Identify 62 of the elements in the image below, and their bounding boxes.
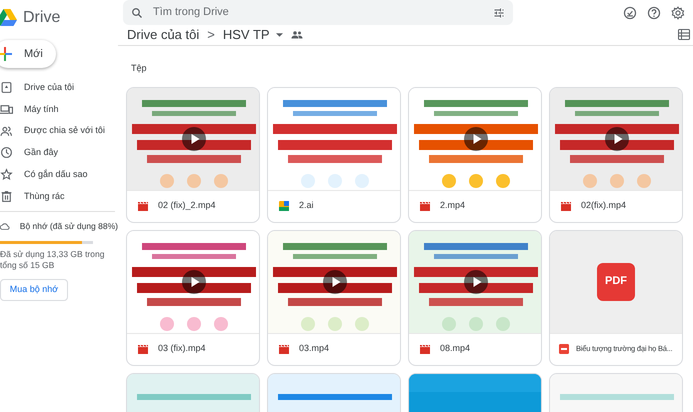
file-card[interactable]: 2.mp4 <box>408 86 542 222</box>
play-icon[interactable] <box>464 270 488 294</box>
play-icon[interactable] <box>182 270 206 294</box>
list-view-icon[interactable] <box>678 29 690 40</box>
computer-icon <box>0 103 13 116</box>
star-icon <box>0 168 13 182</box>
shared-folder-icon <box>290 30 303 40</box>
file-card[interactable]: 02 (fix)_2.mp4 <box>126 86 260 222</box>
search-icon <box>131 6 143 18</box>
video-file-icon <box>561 202 571 210</box>
app-name: Drive <box>23 8 60 28</box>
sidebar-item[interactable]: Máy tính <box>0 98 118 120</box>
caret-icon <box>276 32 283 37</box>
drive-folder-icon <box>0 81 13 94</box>
file-name: 2.mp4 <box>440 199 466 212</box>
storage-item[interactable]: Bộ nhớ (đã sử dụng 88%) <box>0 216 118 236</box>
file-name: 2.ai <box>299 199 314 212</box>
file-name: 03.mp4 <box>299 342 330 356</box>
breadcrumb-separator: > <box>207 26 215 44</box>
file-card[interactable]: 03.mp4 <box>267 230 401 366</box>
play-icon[interactable] <box>605 126 629 150</box>
play-icon[interactable] <box>464 126 488 150</box>
search-field[interactable]: Tìm trong Drive <box>153 4 483 21</box>
play-icon[interactable] <box>182 126 206 150</box>
file-name: 02(fix).mp4 <box>581 199 626 212</box>
file-name: 02 (fix)_2.mp4 <box>158 199 216 212</box>
sidebar-item[interactable]: Thùng rác <box>0 185 118 208</box>
file-name: 03 (fix).mp4 <box>158 342 206 356</box>
sidebar-item[interactable]: Có gắn dấu sao <box>0 164 118 186</box>
help-icon[interactable] <box>647 6 661 20</box>
buy-storage-button[interactable]: Mua bộ nhớ <box>0 279 68 302</box>
offline-check-icon[interactable] <box>623 6 637 20</box>
video-file-icon <box>138 202 148 210</box>
plus-icon <box>0 47 12 61</box>
sidebar-item[interactable]: Gần đây <box>0 142 118 164</box>
search-bar[interactable]: Tìm trong Drive <box>123 0 513 25</box>
storage-usage-text: Đã sử dụng 13,33 GB trong tổng số 15 GB <box>0 249 106 272</box>
file-card[interactable]: 03 (fix).mp4 <box>126 230 260 366</box>
play-icon[interactable] <box>323 270 347 294</box>
file-card[interactable]: 02(fix).mp4 <box>549 86 683 222</box>
video-file-icon <box>279 344 289 354</box>
trash-icon <box>0 190 13 203</box>
video-file-icon <box>420 202 430 210</box>
sidebar-item[interactable]: Được chia sẻ với tôi <box>0 120 118 142</box>
new-button[interactable]: Mới <box>0 40 56 68</box>
drive-logo-icon <box>0 9 17 26</box>
image-file-icon <box>279 201 289 211</box>
video-file-icon <box>420 344 430 354</box>
breadcrumb-link[interactable]: Drive của tôi <box>127 25 200 44</box>
filter-icon[interactable] <box>493 6 505 18</box>
sidebar-item[interactable]: Drive của tôi <box>0 77 118 99</box>
clock-icon <box>0 146 13 160</box>
file-name: 08.mp4 <box>440 342 470 356</box>
folder-menu-button[interactable]: HSV TP <box>222 25 283 44</box>
pdf-preview-icon: PDF <box>597 262 635 300</box>
file-card[interactable]: 2.ai <box>267 86 401 222</box>
file-card[interactable]: 08.mp4 <box>408 230 542 366</box>
pdf-file-icon <box>559 344 569 354</box>
video-file-icon <box>138 344 148 354</box>
section-heading: Tệp <box>131 62 147 72</box>
settings-icon[interactable] <box>671 6 685 20</box>
people-icon <box>0 124 13 138</box>
